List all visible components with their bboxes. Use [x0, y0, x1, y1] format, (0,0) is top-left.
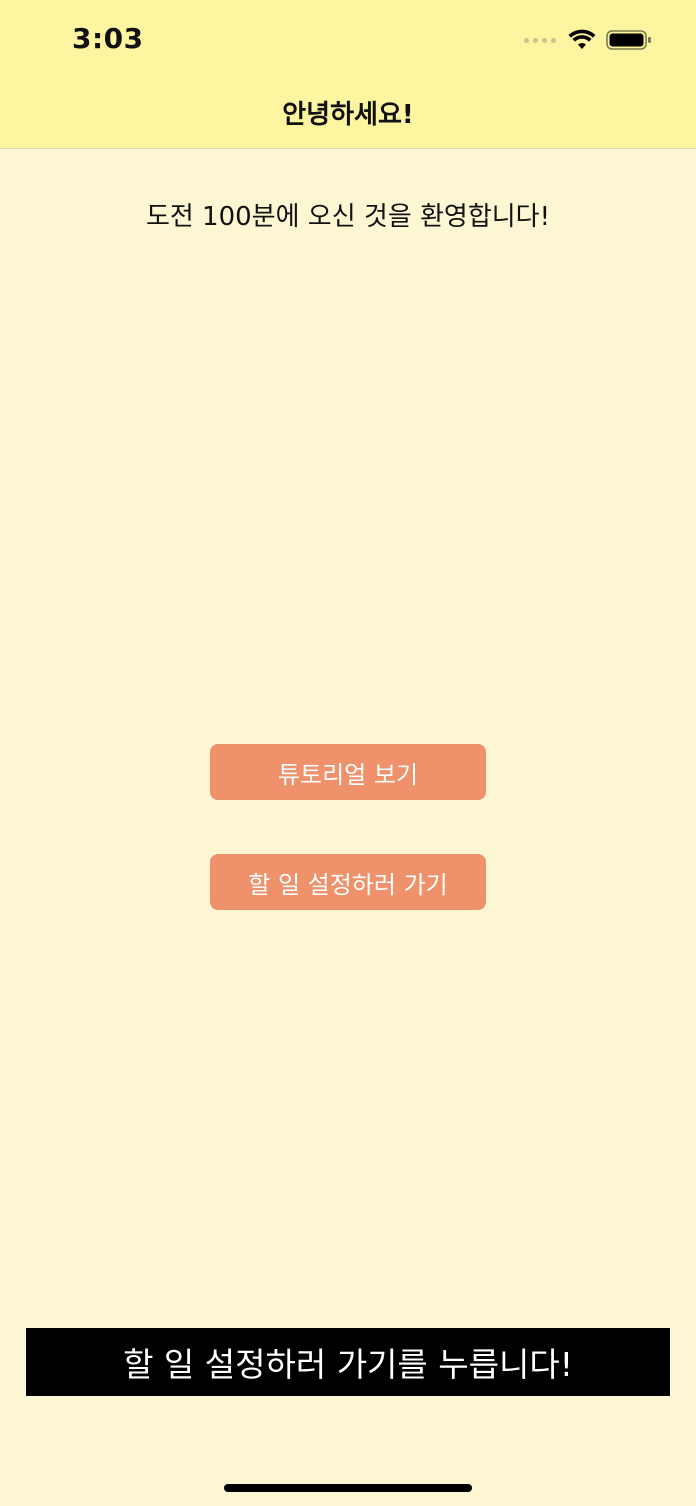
navigation-header: 3:03 안녕하세요!	[0, 0, 696, 149]
welcome-text: 도전 100분에 오신 것을 환영합니다!	[145, 202, 551, 232]
signal-icon	[524, 37, 556, 43]
home-indicator[interactable]	[224, 1484, 472, 1492]
wifi-icon	[568, 29, 596, 49]
caption-banner: 할 일 설정하러 가기를 누릅니다!	[26, 1328, 670, 1396]
status-time: 3:03	[72, 22, 144, 55]
set-todo-button[interactable]: 할 일 설정하러 가기	[210, 854, 486, 910]
tutorial-button[interactable]: 튜토리얼 보기	[210, 744, 486, 800]
status-icons	[524, 26, 652, 54]
page-title: 안녕하세요!	[282, 100, 414, 130]
battery-icon	[606, 30, 651, 50]
